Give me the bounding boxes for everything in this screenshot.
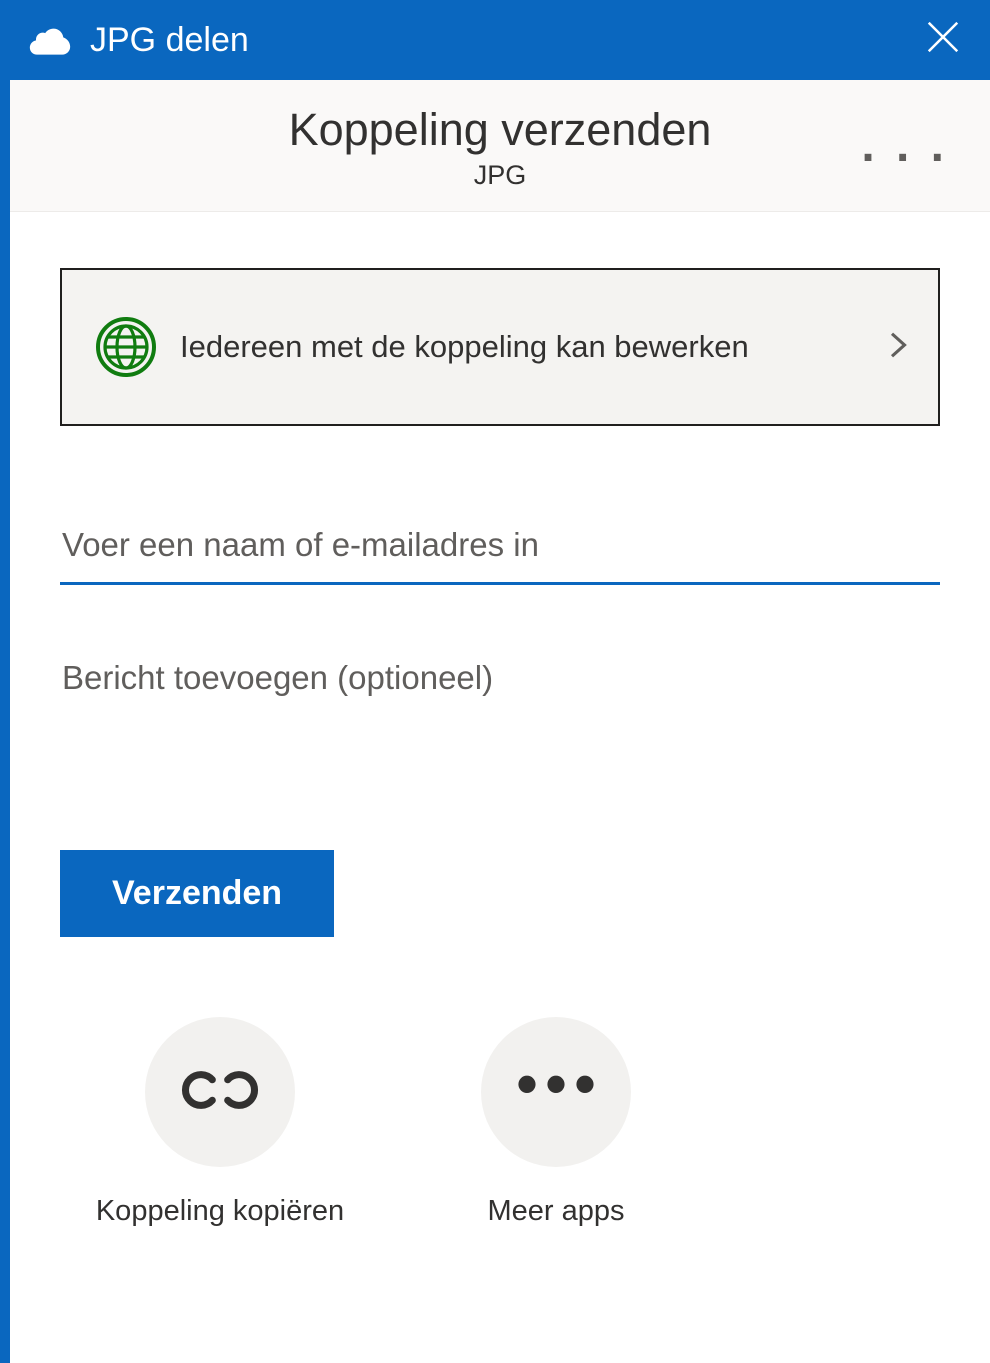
- copy-link-button[interactable]: Koppeling kopiëren: [80, 1017, 360, 1228]
- titlebar-left: JPG delen: [28, 21, 249, 60]
- window-title: JPG delen: [90, 21, 249, 60]
- more-apps-label: Meer apps: [487, 1195, 624, 1228]
- send-button[interactable]: Verzenden: [60, 850, 334, 937]
- dialog-title: Koppeling verzenden: [10, 104, 990, 156]
- more-apps-button[interactable]: ••• Meer apps: [416, 1017, 696, 1228]
- copy-link-label: Koppeling kopiëren: [96, 1195, 344, 1228]
- window-titlebar: JPG delen: [10, 0, 990, 80]
- copy-link-circle: [145, 1017, 295, 1167]
- link-settings-label: Iedereen met de koppeling kan bewerken: [180, 326, 882, 368]
- link-icon: [179, 1064, 261, 1121]
- ellipsis-icon: •••: [516, 1049, 603, 1118]
- secondary-actions-row: Koppeling kopiëren ••• Meer apps: [60, 1017, 940, 1228]
- onedrive-cloud-icon: [28, 25, 72, 55]
- message-field-wrap: [60, 649, 940, 750]
- dialog-header: Koppeling verzenden JPG . . .: [10, 80, 990, 212]
- message-input[interactable]: [60, 649, 940, 745]
- close-button[interactable]: [924, 17, 962, 63]
- recipient-field-wrap: [60, 516, 940, 585]
- link-settings-button[interactable]: Iedereen met de koppeling kan bewerken: [60, 268, 940, 426]
- dialog-subtitle: JPG: [10, 160, 990, 191]
- recipient-input[interactable]: [60, 516, 940, 585]
- close-icon: [924, 18, 962, 56]
- more-apps-circle: •••: [481, 1017, 631, 1167]
- globe-icon: [94, 315, 158, 379]
- header-more-button[interactable]: . . .: [861, 118, 948, 173]
- chevron-right-icon: [882, 323, 912, 372]
